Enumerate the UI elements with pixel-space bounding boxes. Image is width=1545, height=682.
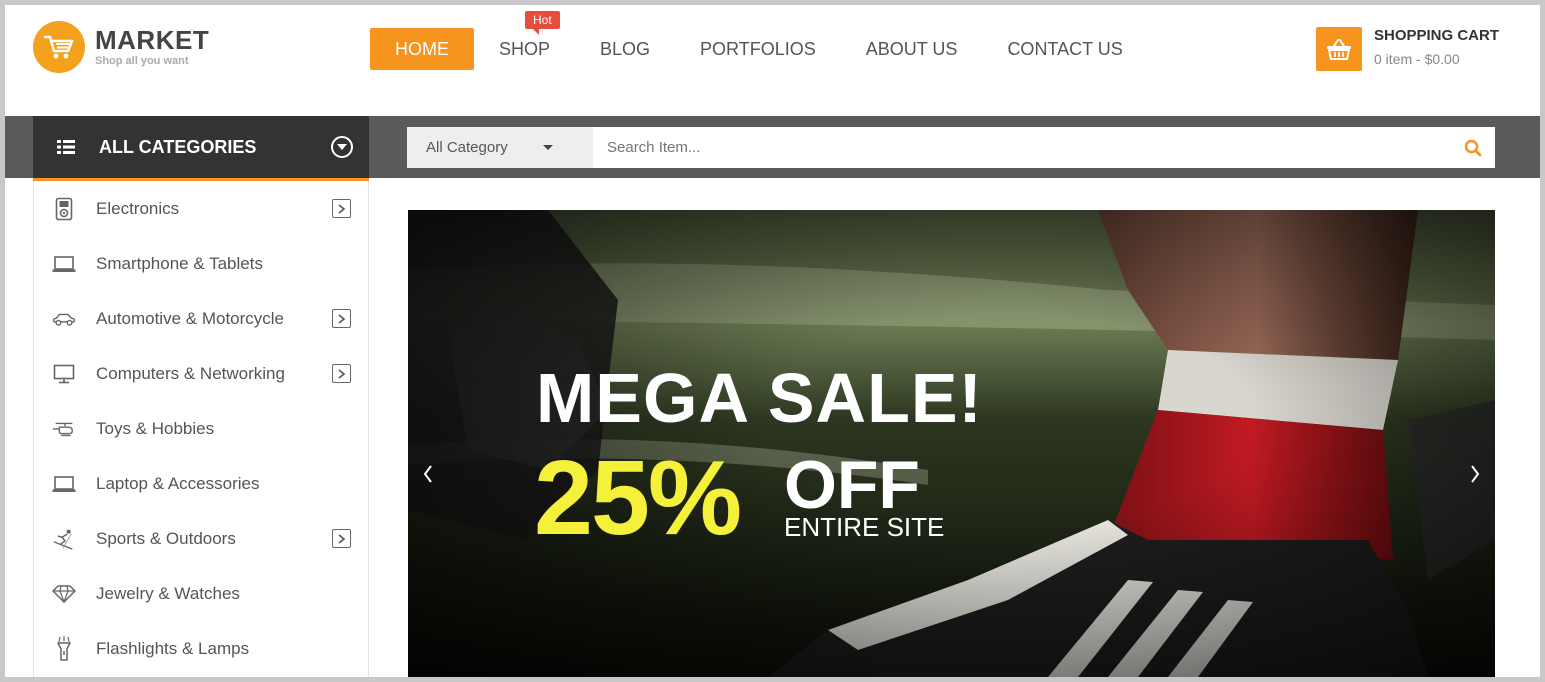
cart-title: SHOPPING CART: [1374, 27, 1500, 44]
sidebar-item-label: Jewelry & Watches: [96, 583, 240, 603]
sidebar-item-label: Flashlights & Lamps: [96, 638, 250, 658]
monitor-icon: [52, 362, 76, 386]
nav-portfolios[interactable]: PORTFOLIOS: [675, 28, 841, 70]
chevron-down-circle-icon: [331, 136, 353, 158]
diamond-icon: [52, 582, 76, 606]
sidebar-item-toys-hobbies[interactable]: Toys & Hobbies: [34, 401, 368, 456]
sidebar-item-label: Toys & Hobbies: [96, 418, 215, 438]
chevron-right-icon[interactable]: [332, 309, 351, 328]
chevron-right-icon[interactable]: [332, 364, 351, 383]
helicopter-icon: [52, 417, 76, 441]
site-logo[interactable]: MARKET Shop all you want: [33, 21, 209, 73]
search-input[interactable]: [593, 127, 1451, 168]
sidebar-item-automotive-motorcycle[interactable]: Automotive & Motorcycle: [34, 291, 368, 346]
car-icon: [52, 307, 76, 331]
nav-contact-us[interactable]: CONTACT US: [982, 28, 1147, 70]
sidebar-item-jewelry-watches[interactable]: Jewelry & Watches: [34, 566, 368, 621]
logo-cart-icon: [33, 21, 85, 73]
search-box: All Category: [407, 127, 1495, 168]
nav-shop-label: SHOP: [499, 39, 551, 59]
logo-title: MARKET: [95, 25, 210, 55]
search-icon[interactable]: [1451, 127, 1495, 168]
sidebar-item-label: Automotive & Motorcycle: [96, 308, 285, 328]
sidebar-item-smartphone-tablets[interactable]: Smartphone & Tablets: [34, 236, 368, 291]
sidebar-item-label: Electronics: [96, 198, 180, 218]
category-select[interactable]: All Category: [407, 127, 593, 168]
sidebar-item-sports-outdoors[interactable]: Sports & Outdoors: [34, 511, 368, 566]
sidebar-item-label: Laptop & Accessories: [96, 473, 260, 493]
sidebar-item-electronics[interactable]: Electronics: [34, 181, 368, 236]
slider-prev-arrow-icon[interactable]: [418, 462, 438, 486]
laptop-icon: [52, 472, 76, 496]
hot-badge: Hot: [525, 11, 560, 35]
ipod-icon: [52, 197, 76, 221]
all-categories-label: ALL CATEGORIES: [99, 136, 257, 157]
banner-headline: MEGA SALE!: [536, 359, 983, 437]
main-nav: HOME SHOP BLOG PORTFOLIOS ABOUT US CONTA…: [370, 11, 1148, 70]
skier-icon: [52, 527, 76, 551]
nav-shop[interactable]: SHOP: [474, 28, 575, 70]
flashlight-icon: [52, 635, 76, 661]
caret-down-icon: [543, 145, 553, 150]
logo-subtitle: Shop all you want: [95, 55, 189, 67]
sidebar-item-flashlights-lamps[interactable]: Flashlights & Lamps: [34, 621, 368, 676]
nav-about-us[interactable]: ABOUT US: [841, 28, 983, 70]
sidebar-item-computers-networking[interactable]: Computers & Networking: [34, 346, 368, 401]
site-header: MARKET Shop all you want HOME SHOP BLOG …: [5, 5, 1540, 116]
laptop-icon: [52, 252, 76, 276]
category-select-value: All Category: [426, 139, 508, 156]
list-icon: [57, 140, 75, 154]
shopping-cart[interactable]: SHOPPING CART 0 item - $0.00: [1316, 27, 1499, 71]
chevron-right-icon[interactable]: [332, 199, 351, 218]
sidebar-item-label: Sports & Outdoors: [96, 528, 236, 548]
nav-blog[interactable]: BLOG: [575, 28, 675, 70]
cart-summary: 0 item - $0.00: [1374, 51, 1460, 67]
slider-next-arrow-icon[interactable]: [1465, 462, 1485, 486]
category-sidebar: Electronics Smartphone & Tablets Automot…: [33, 181, 369, 677]
sidebar-item-laptop-accessories[interactable]: Laptop & Accessories: [34, 456, 368, 511]
all-categories-toggle[interactable]: ALL CATEGORIES: [33, 116, 369, 181]
page-frame: MARKET Shop all you want HOME SHOP BLOG …: [5, 5, 1540, 677]
banner-percent: 25%: [534, 439, 742, 557]
chevron-right-icon[interactable]: [332, 529, 351, 548]
nav-home[interactable]: HOME: [370, 28, 474, 70]
banner-subline: ENTIRE SITE: [784, 512, 945, 542]
basket-icon: [1316, 27, 1362, 71]
hero-slider: MEGA SALE! 25% OFF ENTIRE SITE: [408, 210, 1495, 677]
sidebar-item-label: Computers & Networking: [96, 363, 285, 383]
sidebar-item-label: Smartphone & Tablets: [96, 253, 263, 273]
